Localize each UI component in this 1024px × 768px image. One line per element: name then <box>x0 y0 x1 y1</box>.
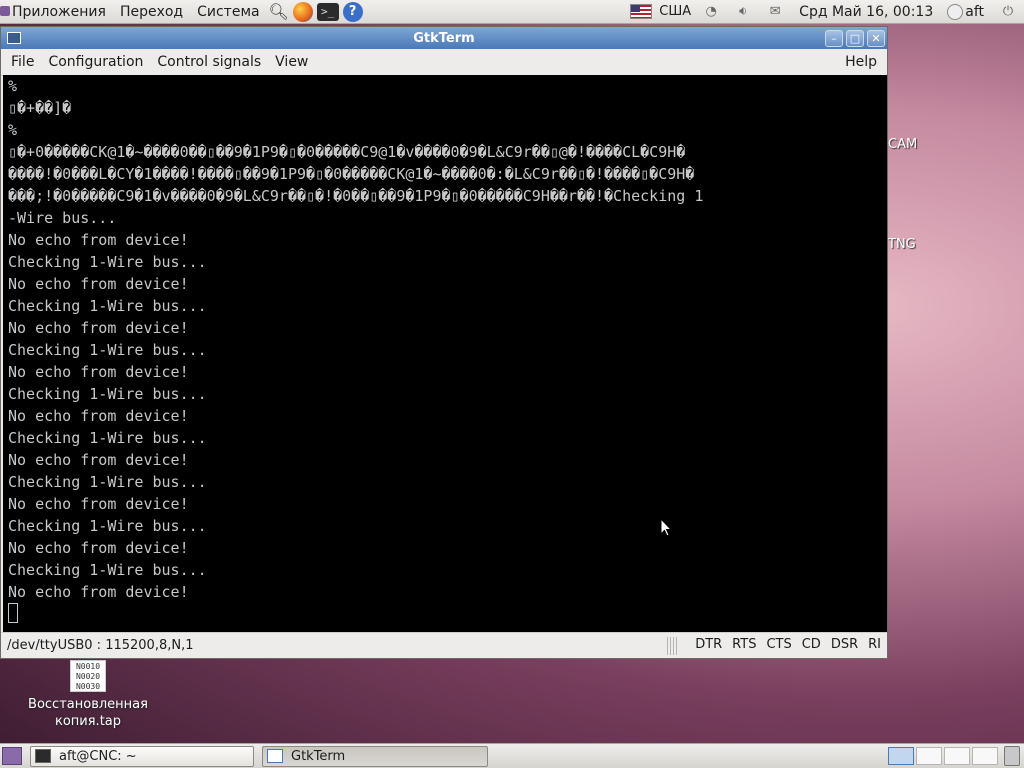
top-panel: Приложения Переход Система 🔍︎ >_ ? США ◔… <box>0 0 1024 24</box>
menu-view[interactable]: View <box>268 54 315 70</box>
help-icon[interactable]: ? <box>342 1 363 22</box>
desktop-label-tng[interactable]: TNG <box>888 237 916 252</box>
terminal-line: ����!�0���L�CY�1����!����▯��9�1P9�▯�0���… <box>8 165 695 183</box>
terminal-icon[interactable]: >_ <box>316 2 339 21</box>
window-title: GtkTerm <box>413 30 475 46</box>
terminal-line: Checking 1-Wire bus... <box>8 253 207 271</box>
us-flag-icon[interactable] <box>630 4 653 19</box>
terminal-line: No echo from device! <box>8 539 189 557</box>
window-menu-icon[interactable] <box>7 32 21 44</box>
terminal-line: Checking 1-Wire bus... <box>8 341 207 359</box>
applications-menu[interactable]: Приложения <box>0 0 113 24</box>
signal-ri: RI <box>868 636 881 652</box>
mouse-pointer-icon <box>660 518 672 537</box>
close-button[interactable]: ✕ <box>867 29 885 47</box>
terminal-line: Checking 1-Wire bus... <box>8 561 207 579</box>
volume-icon[interactable]: 🔉︎ <box>733 4 753 19</box>
terminal-line: No echo from device! <box>8 275 189 293</box>
terminal-line: % <box>8 121 18 139</box>
system-menu[interactable]: Система <box>190 0 266 24</box>
menu-configuration[interactable]: Configuration <box>41 54 150 70</box>
taskbar-terminal[interactable]: aft@CNC: ~ <box>30 745 254 767</box>
terminal-line: -Wire bus... <box>8 209 117 227</box>
terminal-line: No echo from device! <box>8 363 189 381</box>
signal-dtr: DTR <box>695 636 723 652</box>
workspace-switcher <box>886 747 998 765</box>
terminal-cursor-line <box>3 603 887 625</box>
terminal-line: ▯�+��]� <box>8 99 72 117</box>
gtkterm-task-icon <box>267 749 283 763</box>
terminal-line: % <box>8 77 18 95</box>
power-icon[interactable]: ⏻ <box>998 4 1018 19</box>
taskbar-gtkterm[interactable]: GtkTerm <box>262 745 488 767</box>
tap-file-label[interactable]: Восстановленная копия.tap <box>18 696 158 730</box>
workspace-4[interactable] <box>972 747 998 765</box>
gtkterm-window: GtkTerm – □ ✕ File Configuration Control… <box>0 26 888 659</box>
terminal-line: No echo from device! <box>8 583 189 601</box>
bottom-panel: aft@CNC: ~ GtkTerm <box>0 743 1024 768</box>
keyboard-layout[interactable]: США <box>655 4 695 19</box>
user-status-icon <box>947 3 964 20</box>
status-bar: /dev/ttyUSB0 : 115200,8,N,1 DTR RTS CTS … <box>1 632 887 658</box>
terminal-line: No echo from device! <box>8 495 189 513</box>
signal-cts: CTS <box>766 636 792 652</box>
terminal-line: No echo from device! <box>8 451 189 469</box>
search-icon[interactable]: 🔍︎ <box>268 2 288 22</box>
terminal-line: Checking 1-Wire bus... <box>8 473 207 491</box>
signal-dsr: DSR <box>830 636 859 652</box>
network-icon[interactable]: ◔ <box>701 4 721 19</box>
terminal-line: No echo from device! <box>8 319 189 337</box>
signal-rts: RTS <box>732 636 757 652</box>
window-titlebar[interactable]: GtkTerm – □ ✕ <box>1 27 887 49</box>
menu-help[interactable]: Help <box>838 54 887 70</box>
terminal-line: Checking 1-Wire bus... <box>8 517 207 535</box>
terminal-line: Checking 1-Wire bus... <box>8 429 207 447</box>
menu-control-signals[interactable]: Control signals <box>150 54 268 70</box>
menubar: File Configuration Control signals View … <box>1 49 887 76</box>
terminal-output[interactable]: % ▯�+��]�% ▯�+0�����CK@1�~����0��▯��9�1P9�… <box>3 75 887 635</box>
terminal-line: Checking 1-Wire bus... <box>8 385 207 403</box>
taskbar-terminal-label: aft@CNC: ~ <box>59 748 137 764</box>
terminal-line: ���;!�0�����C9�1�v����0�9�L&C9r��▯�!�0��… <box>8 187 704 205</box>
desktop-label-cam[interactable]: CAM <box>888 137 917 152</box>
show-desktop-button[interactable] <box>2 747 22 765</box>
terminal-task-icon <box>35 749 51 763</box>
mail-icon[interactable]: ✉ <box>765 4 785 19</box>
places-menu[interactable]: Переход <box>113 0 190 24</box>
workspace-2[interactable] <box>916 747 942 765</box>
status-grip <box>667 636 678 655</box>
terminal-line: No echo from device! <box>8 407 189 425</box>
terminal-line: No echo from device! <box>8 231 189 249</box>
workspace-3[interactable] <box>944 747 970 765</box>
terminal-line: Checking 1-Wire bus... <box>8 297 207 315</box>
taskbar-gtkterm-label: GtkTerm <box>291 748 346 764</box>
terminal-line: ▯�+0�����CK@1�~����0��▯��9�1P9�▯�0�����C… <box>8 143 686 161</box>
maximize-button[interactable]: □ <box>846 29 864 47</box>
minimize-button[interactable]: – <box>825 29 843 47</box>
trash-icon[interactable] <box>1004 746 1020 766</box>
firefox-icon[interactable] <box>292 1 313 22</box>
workspace-1[interactable] <box>888 747 914 765</box>
signal-cd: CD <box>801 636 821 652</box>
terminal-cursor <box>8 603 18 623</box>
clock[interactable]: Срд Май 16, 00:13 <box>791 4 941 20</box>
port-settings: /dev/ttyUSB0 : 115200,8,N,1 <box>7 638 194 653</box>
tap-file-icon[interactable]: N0010 N0020 N0030 <box>70 660 106 692</box>
menu-file[interactable]: File <box>1 54 41 70</box>
user-menu[interactable]: aft <box>963 4 992 20</box>
